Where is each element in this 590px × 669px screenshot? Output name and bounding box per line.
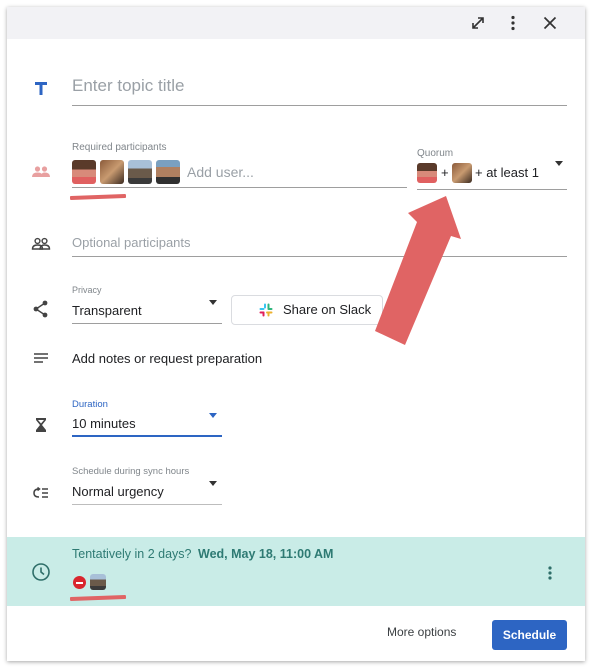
annotation-arrow	[375, 196, 461, 345]
annotation-arrow-shape	[375, 196, 461, 345]
